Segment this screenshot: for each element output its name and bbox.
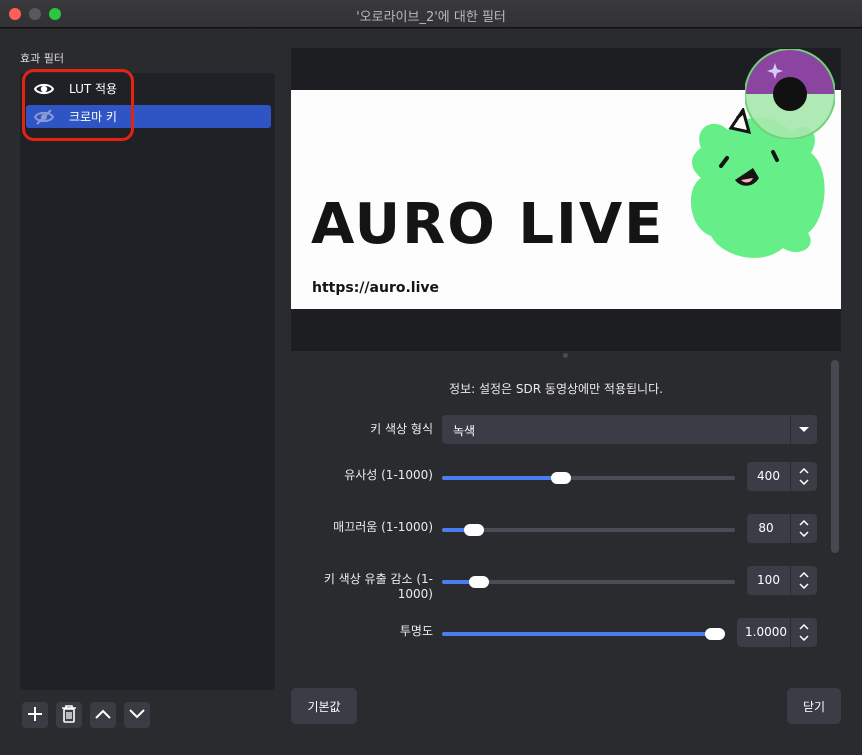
info-text: 정보: 설정은 SDR 동영상에만 적용됩니다.: [449, 382, 663, 396]
spill-reduction-label: 키 색상 유출 감소 (1-1000): [323, 572, 433, 601]
spill-reduction-slider[interactable]: [442, 575, 735, 589]
select-value: 녹색: [453, 424, 476, 438]
logo-text: AURO LIVE: [311, 192, 665, 257]
smoothness-label: 매끄러움 (1-1000): [333, 520, 433, 534]
close-button[interactable]: 닫기: [787, 688, 841, 724]
slider-thumb[interactable]: [464, 524, 484, 536]
smoothness-slider[interactable]: [442, 523, 735, 537]
chevron-up-icon: [799, 467, 809, 474]
title-bar: '오로라이브_2'에 대한 필터: [0, 0, 862, 28]
spinbox-value: 100: [757, 573, 780, 587]
chevron-down-icon: [799, 635, 809, 642]
similarity-spinbox[interactable]: 400: [747, 462, 817, 491]
similarity-label: 유사성 (1-1000): [344, 468, 433, 482]
spill-reduction-spinbox[interactable]: 100: [747, 566, 817, 595]
opacity-label: 투명도: [399, 624, 433, 638]
similarity-slider[interactable]: [442, 471, 735, 485]
chevron-up-icon: [799, 623, 809, 630]
key-color-type-label: 키 색상 형식: [370, 422, 433, 436]
spinbox-arrows[interactable]: [790, 566, 817, 595]
add-filter-button[interactable]: [22, 702, 48, 728]
properties-panel: 정보: 설정은 SDR 동영상에만 적용됩니다. 키 색상 형식 녹색 유사성 …: [291, 360, 841, 670]
filters-dialog: 효과 필터 LUT 적용 크로마 키 AURO LIVE https://aur…: [0, 29, 862, 755]
annotation-highlight: [22, 69, 134, 141]
window-title: '오로라이브_2'에 대한 필터: [356, 10, 506, 25]
move-up-button[interactable]: [90, 702, 116, 728]
chevron-up-icon: [94, 708, 112, 723]
spinbox-value: 80: [758, 521, 774, 535]
opacity-slider[interactable]: [442, 627, 725, 641]
properties-scrollbar[interactable]: [831, 360, 839, 660]
spinbox-arrows[interactable]: [790, 462, 817, 491]
dropdown-arrow-icon[interactable]: [790, 415, 817, 444]
chevron-down-icon: [799, 583, 809, 590]
chevron-down-icon: [799, 531, 809, 538]
chevron-up-icon: [799, 519, 809, 526]
slider-thumb[interactable]: [705, 628, 725, 640]
smoothness-spinbox[interactable]: 80: [747, 514, 817, 543]
trash-icon: [61, 704, 77, 726]
key-color-type-select[interactable]: 녹색: [442, 415, 817, 444]
chevron-down-icon: [799, 479, 809, 486]
logo-url: https://auro.live: [312, 280, 440, 296]
chevron-up-icon: [799, 571, 809, 578]
spinbox-arrows[interactable]: [790, 618, 817, 647]
slider-thumb[interactable]: [551, 472, 571, 484]
chevron-down-icon: [128, 708, 146, 723]
scrollbar-thumb[interactable]: [831, 360, 839, 553]
effect-filters-label: 효과 필터: [20, 52, 64, 65]
spinbox-arrows[interactable]: [790, 514, 817, 543]
move-down-button[interactable]: [124, 702, 150, 728]
defaults-button[interactable]: 기본값: [291, 688, 357, 724]
opacity-spinbox[interactable]: 1.0000: [737, 618, 817, 647]
filter-list[interactable]: LUT 적용 크로마 키: [20, 73, 275, 690]
plus-icon: [27, 706, 43, 725]
moon-badge-icon: [745, 49, 835, 139]
splitter-handle[interactable]: [563, 353, 568, 358]
slider-thumb[interactable]: [469, 576, 489, 588]
spinbox-value: 1.0000: [745, 625, 787, 639]
remove-filter-button[interactable]: [56, 702, 82, 728]
spinbox-value: 400: [757, 469, 780, 483]
